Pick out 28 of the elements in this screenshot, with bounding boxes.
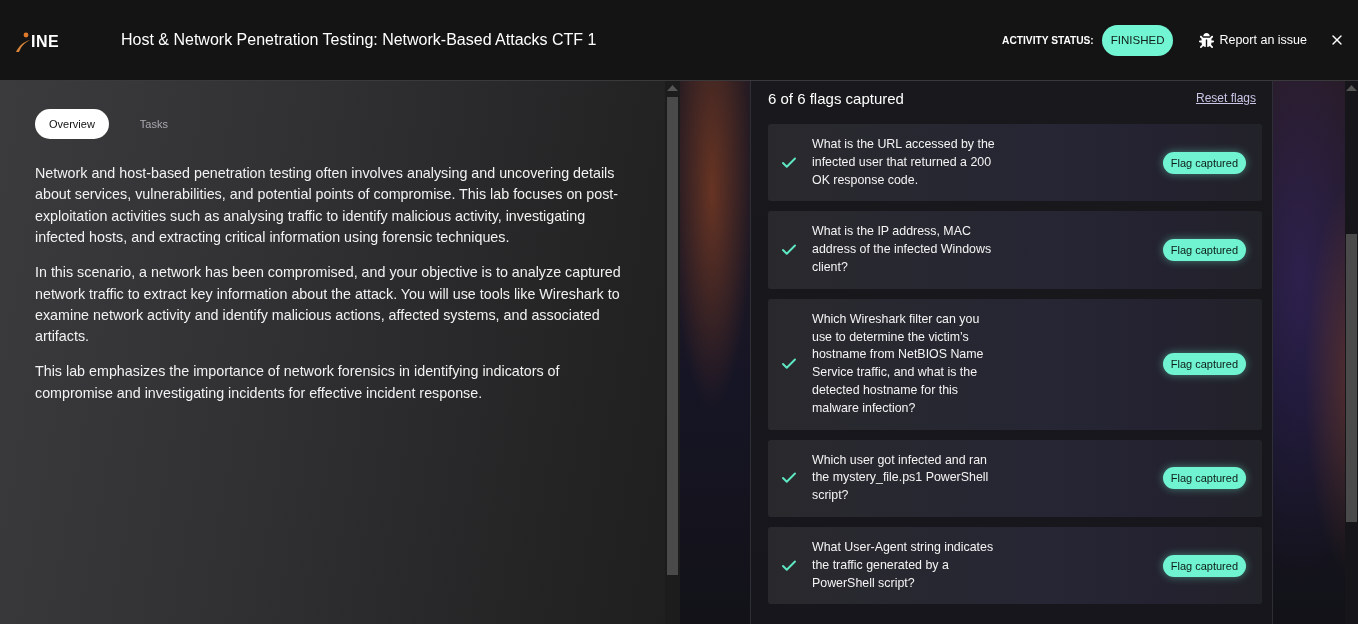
flag-status-badge: Flag captured bbox=[1162, 554, 1246, 577]
flag-status-badge: Flag captured bbox=[1162, 353, 1246, 376]
flag-question: What is the IP address, MAC address of the infected Windows client? bbox=[812, 223, 993, 276]
flag-question: Which user got infected and ran the mystery_file.ps1 PowerShell script? bbox=[812, 451, 990, 505]
overview-paragraph: Network and host-based penetration testing often involves analysing and uncovering details about services, vulnerabilities, and potential points of compromise. This lab focuses on post-exploitation activities such as analysing traffic to identify malicious activity, investigating infected hosts, and extracting critical information using forensic techniques. bbox=[35, 164, 620, 248]
flag-status-badge: Flag captured bbox=[1162, 467, 1246, 490]
overview-paragraph: In this scenario, a network has been compromised, and your objective is to analyze captured network traffic to extract key information about the attack. You will use tools like Wireshark to examine network activity and identify malicious actions, affected systems, and associated artifacts. bbox=[35, 263, 622, 347]
tab[interactable]: Overview bbox=[35, 109, 109, 139]
flag-question: What User-Agent string indicates the traffic generated by a PowerShell script? bbox=[812, 538, 995, 592]
page-title: Host & Network Penetration Testing: Network-Based Attacks CTF 1 bbox=[121, 31, 597, 49]
scroll-up-icon[interactable] bbox=[1346, 85, 1357, 91]
bug-icon bbox=[1199, 32, 1215, 48]
scrollbar-thumb[interactable] bbox=[667, 97, 678, 575]
flag-question: Which Wireshark filter can you use to determine the victim’s hostname from NetBIOS Name Service traffic, and what is the detected hostname for this malware infection? bbox=[812, 310, 985, 417]
tab[interactable]: Tasks bbox=[125, 109, 182, 139]
scrollbar-thumb[interactable] bbox=[1346, 234, 1357, 522]
report-issue-link[interactable]: Report an issue bbox=[1199, 32, 1307, 48]
reset-flags-link[interactable]: Reset flags bbox=[1195, 91, 1256, 105]
status-label: ACTIVITY STATUS: bbox=[1002, 34, 1094, 46]
flag-status-badge: Flag captured bbox=[1162, 239, 1246, 262]
swoosh-icon bbox=[16, 32, 30, 52]
flags-summary: 6 of 6 flags captured bbox=[768, 89, 904, 107]
flag-status-badge: Flag captured bbox=[1162, 151, 1246, 174]
overview-paragraph: This lab emphasizes the importance of network forensics in identifying indicators of compromise and investigating incidents for effective incident response. bbox=[35, 362, 561, 403]
flag-question: What is the URL accessed by the infected user that returned a 200 OK response code. bbox=[812, 136, 996, 189]
scroll-up-icon[interactable] bbox=[667, 85, 678, 91]
status-badge: FINISHED bbox=[1101, 24, 1174, 56]
logo[interactable]: INE bbox=[31, 34, 60, 52]
